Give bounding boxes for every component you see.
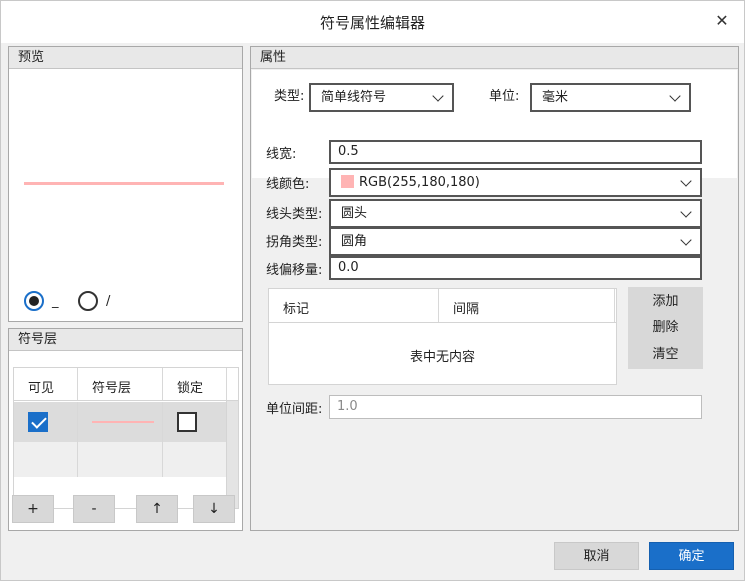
color-label: 线颜色:: [266, 177, 310, 192]
width-label: 线宽:: [266, 147, 297, 162]
visible-checkbox[interactable]: [28, 412, 48, 432]
chevron-down-icon: [432, 90, 444, 102]
symbol-editor-dialog: 符号属性编辑器 ✕ 预览 _ / 符号层 可见 符号层 锁定 + - ↑ ↓ 属…: [0, 0, 745, 581]
remove-layer-button[interactable]: -: [73, 495, 115, 523]
layers-scrollbar[interactable]: [226, 401, 238, 508]
ok-button[interactable]: 确定: [649, 542, 734, 570]
column-visible[interactable]: 可见: [14, 368, 78, 400]
type-label: 类型:: [274, 89, 305, 104]
empty-table-message: 表中无内容: [409, 350, 475, 365]
dialog-title: 符号属性编辑器: [319, 14, 425, 32]
offset-field[interactable]: 0.0: [329, 256, 702, 280]
close-icon[interactable]: ✕: [712, 11, 732, 31]
column-locked[interactable]: 锁定: [163, 368, 227, 400]
join-select[interactable]: 圆角: [329, 227, 702, 256]
marker-buttons: 添加 删除 清空: [628, 287, 703, 369]
properties-panel: 属性 类型: 简单线符号 单位: 毫米 线宽: 0.5 线颜色: RGB(255…: [250, 46, 739, 531]
locked-checkbox[interactable]: [177, 412, 197, 432]
color-swatch: [341, 175, 354, 188]
radio-icon[interactable]: [24, 291, 44, 311]
column-marker[interactable]: 标记: [269, 289, 439, 322]
move-up-button[interactable]: ↑: [136, 495, 178, 523]
column-interval[interactable]: 间隔: [439, 289, 615, 322]
preview-line: [24, 182, 224, 185]
unit-select[interactable]: 毫米: [530, 83, 691, 112]
add-layer-button[interactable]: +: [12, 495, 54, 523]
properties-header: 属性: [251, 47, 738, 69]
chevron-down-icon: [680, 175, 692, 187]
chevron-down-icon: [680, 206, 692, 218]
column-symbol-layer[interactable]: 符号层: [78, 368, 163, 400]
layers-table-header: 可见 符号层 锁定: [14, 368, 238, 401]
join-label: 拐角类型:: [266, 235, 323, 250]
unit-label: 单位:: [489, 89, 520, 104]
preview-option-label: /: [106, 293, 111, 309]
spacing-field: 1.0: [329, 395, 702, 419]
title-bar: 符号属性编辑器 ✕: [1, 1, 744, 43]
offset-label: 线偏移量:: [266, 263, 323, 278]
color-select[interactable]: RGB(255,180,180): [329, 168, 702, 197]
marker-table: 标记 间隔 表中无内容: [268, 288, 617, 385]
layers-table: 可见 符号层 锁定: [13, 367, 239, 509]
symbol-line-preview: [92, 421, 154, 423]
move-down-button[interactable]: ↓: [193, 495, 235, 523]
type-select[interactable]: 简单线符号: [309, 83, 454, 112]
preview-panel: 预览 _ /: [8, 46, 243, 322]
delete-marker-button[interactable]: 删除: [628, 314, 703, 341]
preview-option-straight[interactable]: _: [24, 291, 59, 311]
cap-select[interactable]: 圆头: [329, 199, 702, 228]
marker-table-header: 标记 间隔: [269, 289, 616, 323]
spacing-label: 单位间距:: [266, 402, 323, 417]
cancel-button[interactable]: 取消: [554, 542, 639, 570]
chevron-down-icon: [669, 90, 681, 102]
table-row: [14, 442, 227, 477]
table-row[interactable]: [14, 402, 227, 442]
width-field[interactable]: 0.5: [329, 140, 702, 164]
layers-header: 符号层: [9, 329, 242, 351]
preview-header: 预览: [9, 47, 242, 69]
preview-option-diagonal[interactable]: /: [78, 291, 110, 311]
add-marker-button[interactable]: 添加: [628, 288, 703, 315]
radio-icon[interactable]: [78, 291, 98, 311]
clear-markers-button[interactable]: 清空: [628, 341, 703, 368]
cap-label: 线头类型:: [266, 207, 323, 222]
chevron-down-icon: [680, 234, 692, 246]
preview-option-label: _: [52, 293, 59, 309]
